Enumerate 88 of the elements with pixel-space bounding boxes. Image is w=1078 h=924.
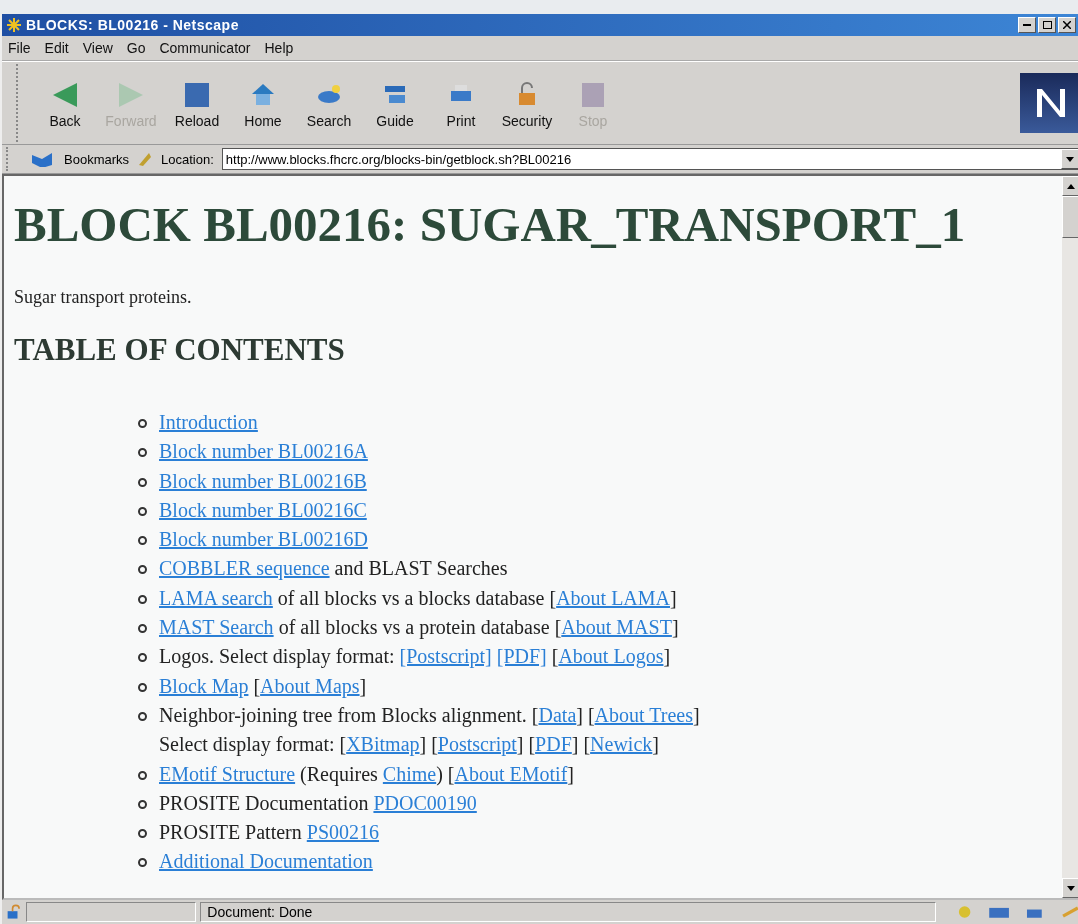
up-arrow-icon — [1067, 183, 1075, 189]
toolbar-button[interactable]: Print — [428, 71, 494, 135]
netscape-logo — [1020, 73, 1078, 133]
status-text: Document: Done — [200, 902, 937, 922]
link[interactable]: Postscript — [437, 733, 517, 756]
location-icon — [137, 151, 154, 167]
link[interactable]: About Logos — [558, 645, 664, 668]
link[interactable]: PDOC00190 — [373, 791, 477, 814]
bullet-icon — [138, 624, 147, 634]
link[interactable]: Block Map — [159, 674, 249, 697]
description: Sugar transport proteins. — [14, 287, 193, 308]
bullet-icon — [138, 506, 147, 516]
list-item-text: Neighbor-joining tree from Blocks alignment. [Data] [About Trees] — [159, 702, 700, 729]
maximize-button[interactable] — [1038, 17, 1056, 33]
link[interactable]: Introduction — [159, 411, 258, 433]
link[interactable]: LAMA search — [159, 586, 273, 609]
forward-icon — [117, 81, 145, 109]
window-title: BLOCKS: BL00216 - Netscape — [26, 17, 239, 33]
list-item-text: PROSITE Documentation PDOC00190 — [159, 790, 477, 816]
bullet-icon — [138, 711, 147, 721]
caret-icon — [1066, 156, 1074, 162]
toolbar-button[interactable]: Search — [296, 71, 362, 135]
link[interactable]: [PDF] — [496, 645, 547, 668]
page-heading: BLOCK BL00216: SUGAR_TRANSPORT_1 — [14, 196, 967, 253]
link[interactable]: MAST Search — [159, 616, 274, 639]
bullet-icon — [138, 565, 147, 575]
scroll-up-button[interactable] — [1062, 176, 1078, 196]
bullet-icon — [138, 448, 147, 458]
toolbar-button[interactable]: Reload — [164, 71, 230, 135]
scroll-down-button[interactable] — [1062, 878, 1078, 898]
toolbar-button[interactable]: Back — [32, 71, 98, 135]
bullet-icon — [138, 682, 147, 692]
minimize-button[interactable] — [1018, 17, 1036, 33]
url-field[interactable]: http://www.blocks.fhcrc.org/blocks-bin/getblock.sh?BL00216 — [221, 148, 1078, 170]
bookmarks-button[interactable]: Bookmarks — [64, 151, 130, 167]
toolbar-button[interactable]: Security — [494, 71, 560, 135]
bullet-icon — [138, 419, 147, 428]
link[interactable]: PS00216 — [306, 821, 380, 844]
list-item-text: MAST Search of all blocks vs a protein database [About MAST] — [159, 615, 679, 641]
list-item-text: Block Map [About Maps] — [159, 673, 367, 700]
menu-item[interactable]: Communicator — [159, 40, 251, 56]
scroll-thumb[interactable] — [1062, 196, 1078, 238]
back-icon — [51, 81, 79, 109]
menu-item[interactable]: Go — [126, 40, 146, 56]
link[interactable]: Block number BL00216C — [159, 498, 367, 521]
list-item-text: PROSITE Pattern PS00216 — [159, 820, 380, 846]
bullet-icon — [138, 653, 147, 663]
link[interactable]: About Maps — [260, 674, 360, 697]
list-item-text: EMotif Structure (Requires Chime) [About EMotif] — [159, 761, 574, 788]
link[interactable]: [Postscript] — [399, 645, 492, 668]
link[interactable]: Block number BL00216D — [159, 528, 368, 551]
menu-item[interactable]: Help — [264, 40, 294, 56]
link[interactable]: Chime — [382, 762, 437, 785]
toolbar-button[interactable]: Home — [230, 71, 296, 135]
bullet-icon — [138, 829, 147, 839]
bullet-icon — [138, 770, 147, 780]
list-item-text: LAMA search of all blocks vs a blocks database [About LAMA] — [159, 585, 677, 611]
menu-item[interactable]: File — [8, 40, 31, 56]
netscape-icon — [6, 17, 22, 33]
link[interactable]: About MAST — [561, 616, 672, 639]
link[interactable]: Block number BL00216B — [159, 469, 367, 492]
list-item-text: Logos. Select display format: [Postscript] [PDF] [About Logos] — [159, 644, 671, 670]
dropdown-button[interactable] — [1061, 149, 1078, 169]
link[interactable]: Block number BL00216A — [159, 440, 368, 463]
bullet-icon — [138, 477, 147, 487]
link[interactable]: EMotif Structure — [159, 762, 296, 785]
minimize-icon — [1023, 24, 1031, 26]
link[interactable]: COBBLER sequence — [159, 557, 330, 580]
bullet-icon — [138, 536, 147, 546]
link[interactable]: Additional Documentation — [159, 850, 373, 873]
list-item-text: COBBLER sequence and BLAST Searches — [159, 556, 508, 582]
section-heading: TABLE OF CONTENTS — [14, 332, 346, 368]
bullet-icon — [138, 594, 147, 604]
list-item-text: Select display format: [XBitmap] [Postscript] [PDF] [Newick] — [159, 732, 660, 758]
lock-icon — [6, 904, 23, 920]
link[interactable]: PDF — [535, 733, 572, 756]
link[interactable]: About LAMA — [556, 586, 670, 609]
menu-item[interactable]: Edit — [44, 40, 69, 56]
toolbar-button[interactable]: Guide — [362, 71, 428, 135]
link[interactable]: XBitmap — [346, 733, 420, 756]
down-arrow-icon — [1067, 885, 1075, 891]
bullet-icon — [138, 799, 147, 809]
bullet-icon — [138, 858, 147, 868]
menu-item[interactable]: View — [82, 40, 113, 56]
location-label: Location: — [161, 151, 214, 167]
maximize-icon — [1042, 21, 1052, 29]
close-icon — [1063, 21, 1071, 29]
close-button[interactable] — [1058, 17, 1076, 33]
